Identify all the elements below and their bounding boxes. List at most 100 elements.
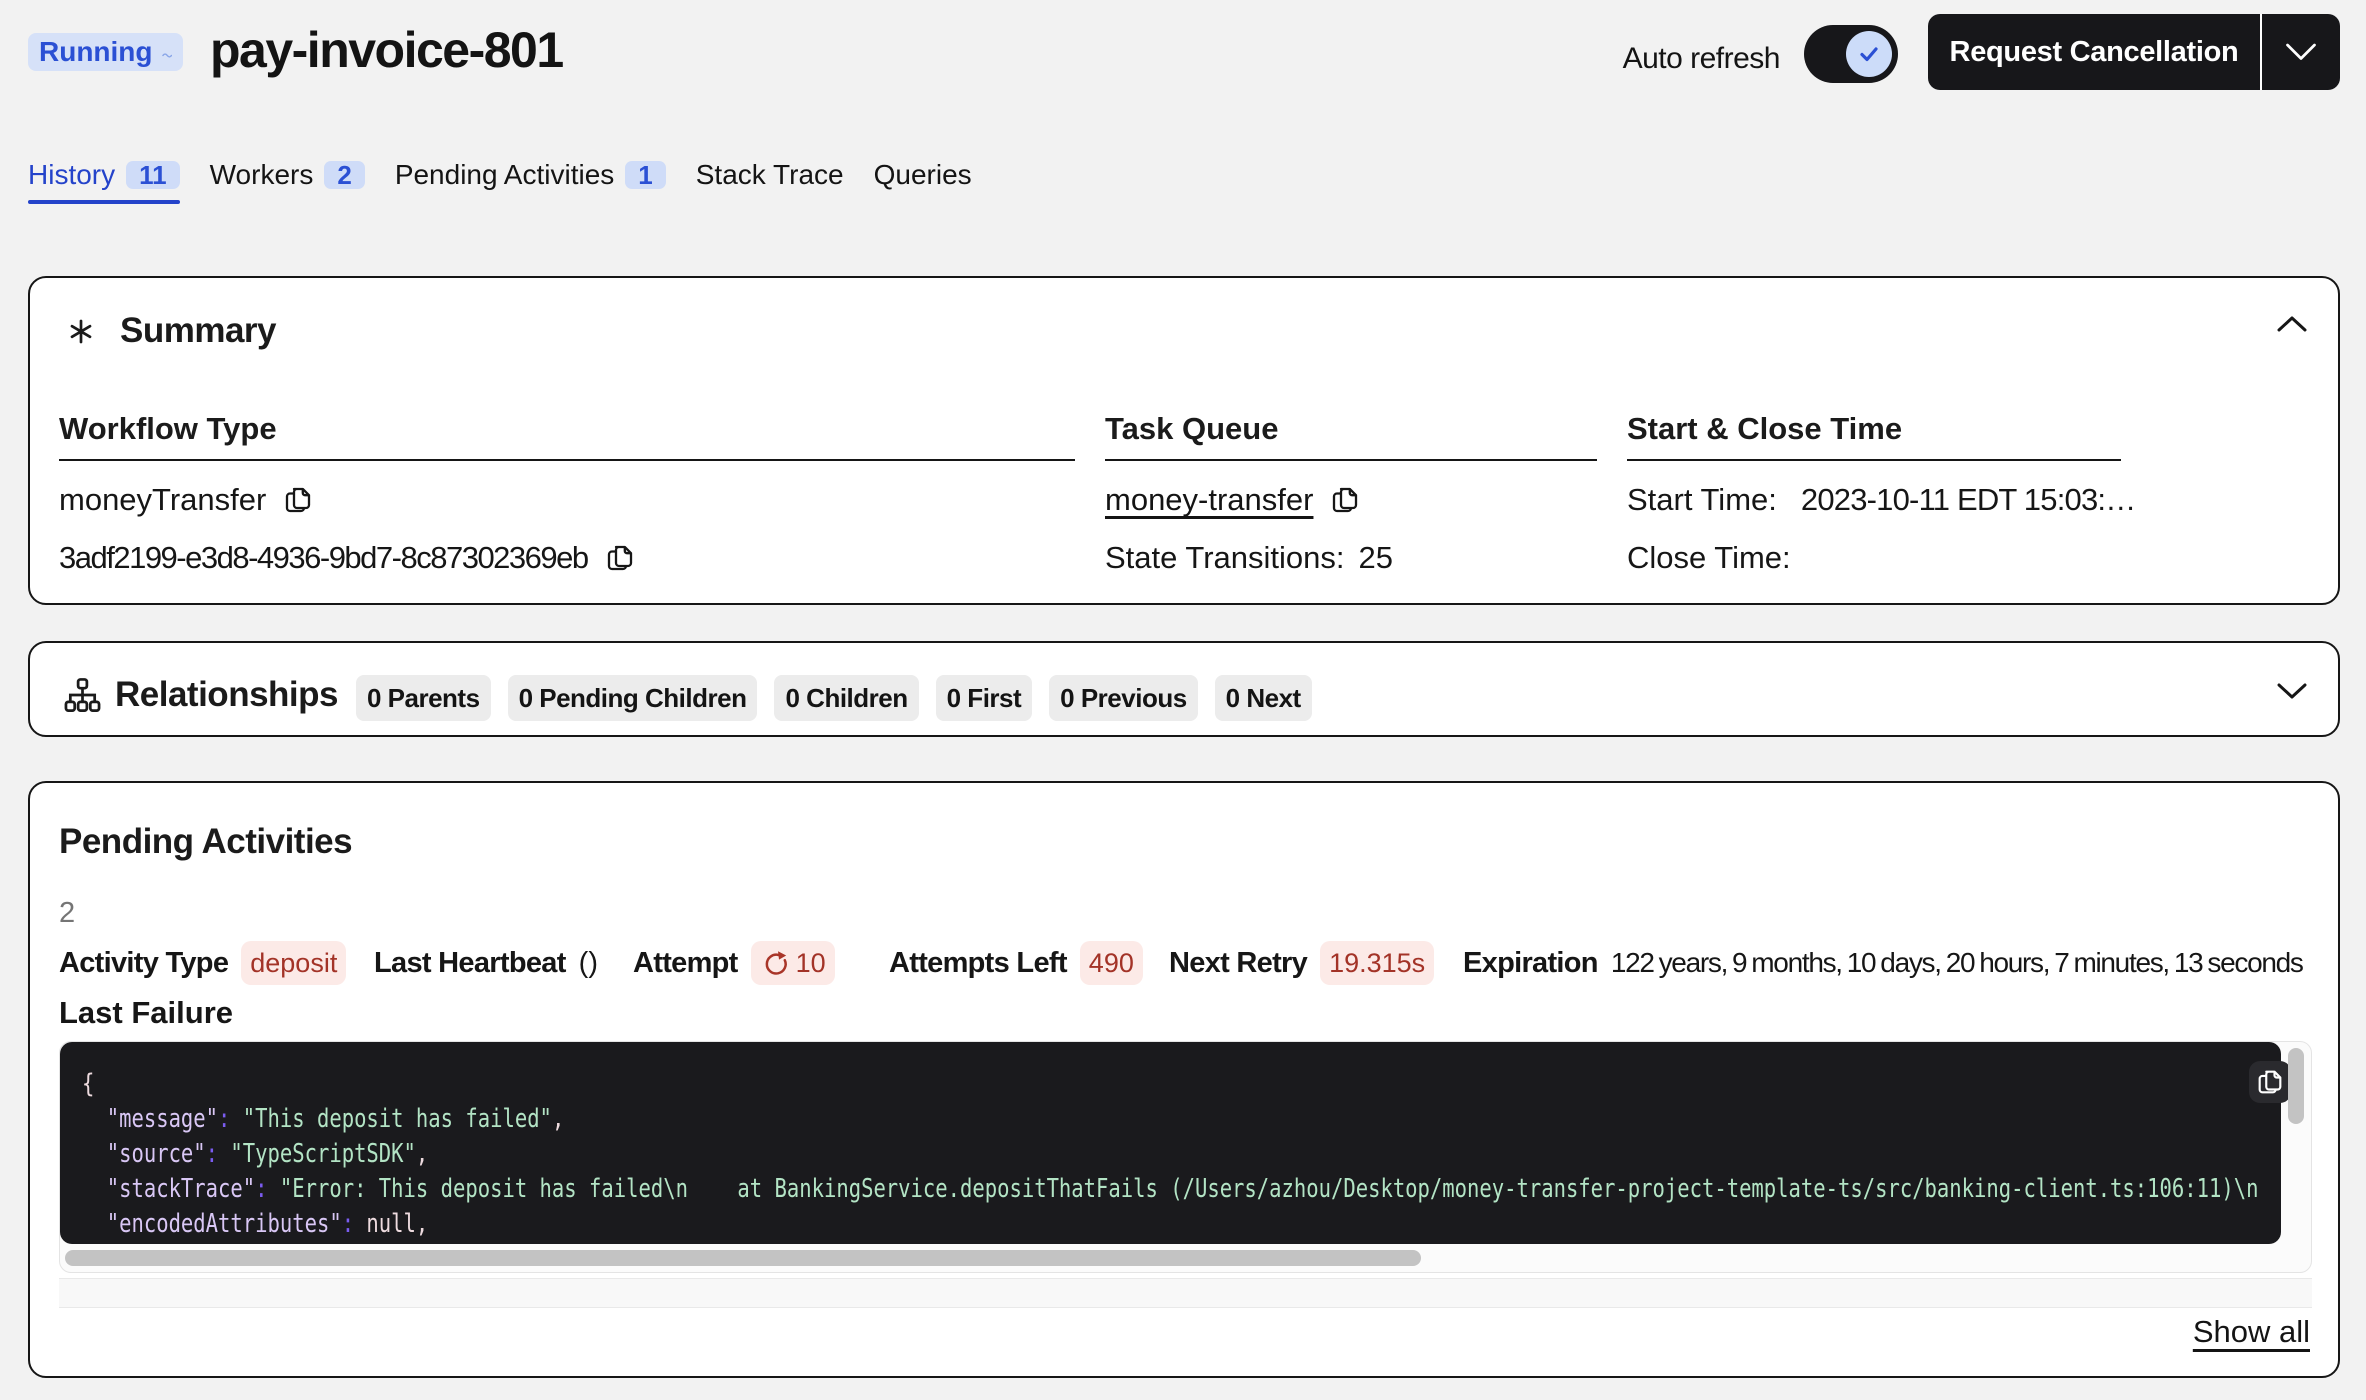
next-badge: 0 Next [1215,675,1312,721]
run-id-value: 3adf2199-e3d8-4936-9bd7-8c87302369eb [59,539,1075,577]
org-chart-icon [64,677,101,714]
code-line: "message": "This deposit has failed", [82,1102,1819,1137]
auto-refresh-label: Auto refresh [1623,42,1780,76]
auto-refresh-toggle[interactable] [1804,25,1898,83]
status-badge[interactable]: Running [28,33,183,71]
tab-label: Pending Activities [395,159,614,191]
tab-count-badge: 2 [324,161,364,189]
tab-count-badge: 1 [625,161,665,189]
chevron-up-icon [2276,314,2308,334]
attempt-badge: 10 [751,941,835,985]
relationships-card: Relationships 0 Parents 0 Pending Childr… [28,641,2340,737]
horizontal-scrollbar[interactable] [65,1250,1421,1266]
pending-activities-card: Pending Activities 2 Activity Type depos… [28,781,2340,1378]
tab-label: History [28,159,115,191]
expiration-value: 122 years, 9 months, 10 days, 20 hours, … [1611,947,2303,979]
toggle-knob [1846,31,1892,77]
tab-workers[interactable]: Workers 2 [210,159,365,204]
pending-activities-title: Pending Activities [59,822,352,862]
start-time: Start Time: 2023-10-11 EDT 15:03:… [1627,481,2121,519]
tab-label: Queries [874,159,972,191]
copy-icon[interactable] [604,542,636,574]
running-pulse-icon [162,48,172,62]
last-heartbeat-label: Last Heartbeat [374,947,566,980]
cancel-menu-button[interactable] [2262,14,2340,90]
workflow-type-name: moneyTransfer [59,482,266,518]
attempts-left-label: Attempts Left [889,947,1067,980]
parents-badge: 0 Parents [356,675,491,721]
summary-header[interactable]: Summary [68,311,276,351]
code-line: "stackTrace": "Error: This deposit has f… [82,1172,1819,1207]
state-transitions-value: 25 [1359,540,1393,576]
copy-icon[interactable] [1329,484,1361,516]
activity-type-label: Activity Type [59,947,228,980]
last-heartbeat-value: () [579,947,598,980]
activity-type-field: Activity Type deposit [59,941,346,985]
start-time-label: Start Time: [1627,482,1777,518]
tab-pending-activities[interactable]: Pending Activities 1 [395,159,666,204]
request-cancellation-label[interactable]: Request Cancellation [1928,14,2262,90]
state-transitions: State Transitions: 25 [1105,539,1597,577]
code-copy-button[interactable] [2249,1061,2291,1103]
tab-stack-trace[interactable]: Stack Trace [696,159,844,204]
code-line: "encodedAttributes": null, [82,1207,1819,1242]
empty-table-row [59,1278,2312,1308]
workflow-type-value: moneyTransfer [59,481,1075,519]
chevron-down-icon [2276,681,2308,701]
activity-type-badge: deposit [241,941,346,985]
pending-children-badge: 0 Pending Children [508,675,758,721]
time-header: Start & Close Time [1627,411,2121,461]
task-queue-header: Task Queue [1105,411,1597,461]
task-queue-value: money-transfer [1105,481,1597,519]
tab-queries[interactable]: Queries [874,159,972,204]
vertical-scrollbar[interactable] [2288,1048,2304,1124]
summary-collapse-button[interactable] [2272,304,2312,344]
task-queue-column: Task Queue money-transfer State Transiti… [1105,411,1597,577]
attempts-left-badge: 490 [1080,941,1143,985]
summary-grid: Workflow Type moneyTransfer 3adf2199-e3d… [59,411,2121,577]
relationships-expand-button[interactable] [2272,671,2312,711]
relationships-title: Relationships [115,675,338,715]
show-all-link[interactable]: Show all [2193,1314,2310,1350]
status-label: Running [39,36,153,68]
tab-history[interactable]: History 11 [28,159,180,204]
first-badge: 0 First [936,675,1033,721]
tab-label: Workers [210,159,314,191]
start-time-value: 2023-10-11 EDT 15:03:… [1801,482,2136,518]
relationships-header[interactable]: Relationships 0 Parents 0 Pending Childr… [64,672,1312,718]
pending-count: 2 [59,897,75,930]
last-heartbeat-field: Last Heartbeat () [374,941,598,985]
next-retry-badge: 19.315s [1320,941,1434,985]
expiration-label: Expiration [1463,947,1598,980]
time-column: Start & Close Time Start Time: 2023-10-1… [1627,411,2121,577]
tab-label: Stack Trace [696,159,844,191]
code-block[interactable]: { "message": "This deposit has failed", … [60,1042,2281,1244]
attempts-left-field: Attempts Left 490 [889,941,1143,985]
summary-card: Summary Workflow Type moneyTransfer 3adf… [28,276,2340,605]
request-cancellation-button[interactable]: Request Cancellation [1928,14,2340,90]
close-time: Close Time: [1627,539,2121,577]
asterisk-icon [68,318,94,345]
pending-activity-summary-row: Activity Type deposit Last Heartbeat () … [59,941,2311,985]
next-retry-field: Next Retry 19.315s [1169,941,1434,985]
page-header: Running pay-invoice-801 Auto refresh Req… [28,0,2340,104]
task-queue-link[interactable]: money-transfer [1105,482,1313,518]
run-id: 3adf2199-e3d8-4936-9bd7-8c87302369eb [59,540,588,576]
summary-title: Summary [120,311,276,351]
attempt-field: Attempt 10 [633,941,835,985]
code-content: { "message": "This deposit has failed", … [82,1067,1819,1242]
pending-activities-header: Pending Activities [59,822,352,862]
close-time-label: Close Time: [1627,540,1791,576]
workflow-type-column: Workflow Type moneyTransfer 3adf2199-e3d… [59,411,1075,577]
page-title: pay-invoice-801 [210,21,563,79]
tab-bar: History 11 Workers 2 Pending Activities … [28,159,972,204]
children-badge: 0 Children [774,675,918,721]
copy-icon[interactable] [282,484,314,516]
check-icon [1856,41,1882,67]
relationship-badges: 0 Parents 0 Pending Children 0 Children … [356,675,1312,721]
attempt-label: Attempt [633,947,738,980]
workflow-type-header: Workflow Type [59,411,1075,461]
last-failure-code-container: { "message": "This deposit has failed", … [59,1041,2312,1273]
code-line: "source": "TypeScriptSDK", [82,1137,1819,1172]
expiration-field: Expiration 122 years, 9 months, 10 days,… [1463,941,2303,985]
